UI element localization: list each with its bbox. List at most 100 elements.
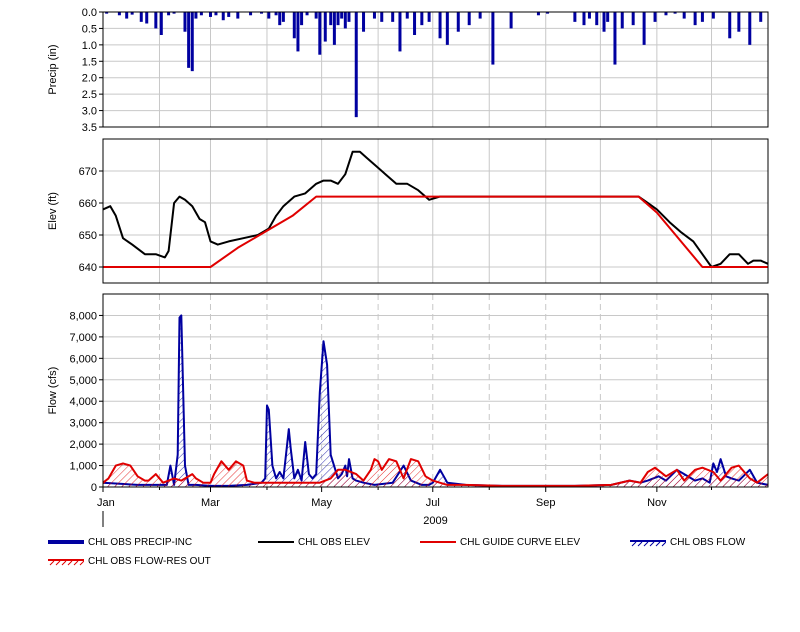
- chl-obs-precip-inc-bar: [642, 12, 646, 45]
- elev-panel: 640 650 660 670 Elev (ft): [47, 138, 769, 284]
- chl-obs-precip-inc-bar: [340, 12, 344, 19]
- chl-obs-precip-inc-bar: [354, 12, 358, 118]
- legend-label-flow: CHL OBS FLOW: [670, 537, 746, 548]
- chl-obs-precip-inc-bar: [125, 12, 129, 19]
- precip-ylabel: Precip (in): [47, 44, 59, 94]
- flow-ytick-label: 2,000: [69, 439, 97, 451]
- legend-item-elev: CHL OBS ELEV: [258, 535, 370, 551]
- chart-svg: 0.00.51.01.52.02.53.03.5Precip (in) 6406…: [47, 7, 769, 527]
- chl-obs-precip-inc-bar: [748, 12, 752, 45]
- chl-obs-precip-inc-bar: [700, 12, 704, 22]
- precip-panel: 0.0 0.5 1.0 1.5 2.0 2.5 3.0 3.5 Precip (in): [47, 7, 769, 134]
- elev-plot-area: [103, 139, 768, 283]
- xtick-label: Jan: [97, 497, 115, 509]
- chl-obs-precip-inc-bar: [278, 12, 282, 26]
- flow-ytick-label: 5,000: [69, 375, 97, 387]
- chl-obs-precip-inc-bar: [159, 12, 163, 35]
- precip-ytick-label: 0.0: [82, 7, 97, 19]
- chl-obs-precip-inc-bar: [292, 12, 296, 39]
- precip-ytick-label: 0.5: [82, 23, 97, 35]
- precip-ytick-label: 1.5: [82, 56, 97, 68]
- precip-ytick-label: 3.5: [82, 122, 97, 134]
- chl-obs-precip-inc-bar: [300, 12, 304, 26]
- legend-label-precip: CHL OBS PRECIP-INC: [88, 537, 193, 548]
- elev-ytick-label: 650: [79, 230, 97, 242]
- legend-swatch-elev: [258, 536, 294, 548]
- legend-swatch-precip: [48, 536, 84, 548]
- chl-obs-precip-inc-bar: [573, 12, 577, 22]
- chl-obs-precip-inc-bar: [595, 12, 599, 26]
- elev-ylabel: Elev (ft): [47, 192, 59, 230]
- xtick-label: Jul: [426, 497, 440, 509]
- chl-obs-precip-inc-bar: [236, 12, 240, 19]
- chl-obs-precip-inc-bar: [318, 12, 322, 55]
- chl-obs-precip-inc-bar: [445, 12, 449, 45]
- chl-obs-precip-inc-bar: [281, 12, 285, 22]
- chl-obs-precip-inc-bar: [509, 12, 513, 29]
- legend-item-precip: CHL OBS PRECIP-INC: [48, 535, 192, 551]
- legend-item-flow: CHL OBS FLOW: [630, 535, 745, 551]
- xtick-label: Sep: [536, 497, 556, 509]
- flow-ytick-label: 3,000: [69, 418, 97, 430]
- chl-obs-precip-inc-bar: [587, 12, 591, 19]
- chl-obs-precip-inc-bar: [478, 12, 482, 19]
- flow-ytick-label: 4,000: [69, 396, 97, 408]
- chl-obs-precip-inc-bar: [391, 12, 395, 22]
- legend-swatch-flow: [630, 536, 667, 548]
- chl-obs-precip-inc-bar: [413, 12, 417, 35]
- elev-ytick-label: 640: [79, 262, 97, 274]
- chl-obs-precip-inc-bar: [427, 12, 431, 22]
- precip-ytick-label: 2.5: [82, 89, 97, 101]
- elev-ytick-label: 660: [79, 198, 97, 210]
- chl-obs-precip-inc-bar: [183, 12, 187, 32]
- chl-obs-precip-inc-bar: [711, 12, 715, 19]
- chl-obs-precip-inc-bar: [362, 12, 366, 32]
- chl-obs-precip-inc-bar: [467, 12, 471, 26]
- chl-obs-precip-inc-bar: [606, 12, 610, 22]
- chl-obs-precip-inc-bar: [154, 12, 158, 29]
- chl-obs-precip-inc-bar: [728, 12, 732, 39]
- chl-obs-precip-inc-bar: [380, 12, 384, 22]
- x-axis: Jan Mar May Jul Sep Nov 2009: [97, 487, 713, 527]
- chl-obs-precip-inc-bar: [332, 12, 336, 45]
- chl-obs-precip-inc-bar: [582, 12, 586, 26]
- precip-plot-area: [103, 12, 768, 127]
- xtick-label: Mar: [201, 497, 220, 509]
- chl-obs-precip-inc-bar: [372, 12, 376, 19]
- chl-obs-precip-inc-bar: [420, 12, 424, 26]
- legend-swatch-res-out: [48, 555, 85, 567]
- flow-ytick-label: 8,000: [69, 310, 97, 322]
- chl-obs-precip-inc-bar: [456, 12, 460, 32]
- chl-obs-precip-inc-bar: [631, 12, 635, 26]
- flow-ytick-label: 0: [91, 482, 97, 494]
- flow-panel: 0 1,000 2,000 3,000 4,000 5,000 6,000 7,000 8,00…: [47, 293, 769, 494]
- legend-label-res-out: CHL OBS FLOW-RES OUT: [88, 556, 211, 567]
- flow-ylabel: Flow (cfs): [47, 367, 59, 415]
- xtick-label: Nov: [647, 497, 667, 509]
- chl-obs-precip-inc-bar: [187, 12, 191, 68]
- chl-obs-precip-inc-bar: [693, 12, 697, 26]
- legend-label-guide-curve: CHL GUIDE CURVE ELEV: [460, 537, 581, 548]
- chl-obs-precip-inc-bar: [613, 12, 617, 65]
- chl-obs-precip-inc-bar: [347, 12, 351, 22]
- flow-ytick-label: 6,000: [69, 353, 97, 365]
- chl-obs-precip-inc-bar: [737, 12, 741, 32]
- chl-obs-precip-inc-bar: [208, 12, 212, 17]
- chl-obs-precip-inc-bar: [620, 12, 624, 29]
- chl-obs-precip-inc-bar: [653, 12, 657, 22]
- chl-obs-precip-inc-bar: [491, 12, 495, 65]
- chl-obs-precip-inc-bar: [398, 12, 402, 52]
- chl-obs-precip-inc-bar: [267, 12, 271, 19]
- xtick-label: May: [311, 497, 332, 509]
- legend-item-guide-curve: CHL GUIDE CURVE ELEV: [420, 535, 580, 551]
- flow-plot-area: [103, 294, 768, 487]
- chl-obs-precip-inc-bar: [438, 12, 442, 39]
- chl-obs-precip-inc-bar: [405, 12, 409, 19]
- chl-obs-precip-inc-bar: [336, 12, 340, 26]
- chl-obs-precip-inc-bar: [221, 12, 225, 21]
- precip-ytick-label: 2.0: [82, 73, 97, 85]
- legend-swatch-guide-curve: [420, 536, 456, 548]
- precip-ytick-label: 1.0: [82, 40, 97, 52]
- year-label: 2009: [423, 515, 447, 527]
- chl-obs-precip-inc-bar: [190, 12, 194, 72]
